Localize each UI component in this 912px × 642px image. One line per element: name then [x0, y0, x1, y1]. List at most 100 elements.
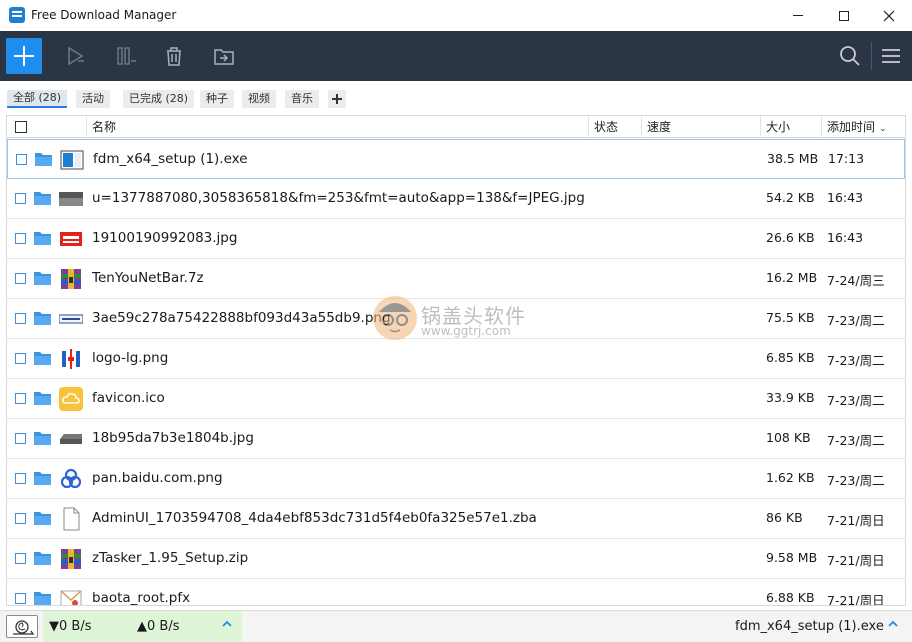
- speed-expand-icon[interactable]: [221, 618, 233, 634]
- filter-tabs: 全部 (28) 活动 已完成 (28) 种子 视频 音乐: [0, 81, 912, 115]
- file-added-time: 7-21/周日: [827, 513, 885, 528]
- status-expand-icon[interactable]: [887, 618, 899, 634]
- watermark: 锅盖头软件 www.ggtrj.com: [373, 296, 543, 346]
- file-name: baota_root.pfx: [92, 590, 191, 606]
- filter-video[interactable]: 视频: [242, 90, 276, 108]
- file-added-time: 7-23/周二: [827, 473, 885, 488]
- header-spacer: [7, 116, 87, 138]
- table-row[interactable]: fdm_x64_setup (1).exe 38.5 MB 17:13: [7, 139, 905, 179]
- speed-limit-button[interactable]: [6, 615, 38, 638]
- open-folder-icon[interactable]: [34, 471, 51, 485]
- open-folder-icon[interactable]: [34, 551, 51, 565]
- watermark-logo-icon: [373, 296, 417, 340]
- filter-all[interactable]: 全部 (28): [7, 90, 68, 108]
- minimize-icon: [793, 15, 803, 16]
- table-row[interactable]: zTasker_1.95_Setup.zip 9.58 MB 7-21/周日: [7, 539, 905, 579]
- file-size: 38.5 MB: [767, 151, 819, 166]
- sort-caret-icon: ⌄: [879, 124, 887, 134]
- open-folder-icon[interactable]: [34, 231, 51, 245]
- row-checkbox[interactable]: [15, 593, 26, 604]
- row-checkbox[interactable]: [15, 273, 26, 284]
- open-folder-icon[interactable]: [34, 591, 51, 605]
- file-added-time: 16:43: [827, 190, 864, 205]
- watermark-url: www.ggtrj.com: [421, 324, 511, 338]
- table-row[interactable]: TenYouNetBar.7z 16.2 MB 7-24/周三: [7, 259, 905, 299]
- file-name: fdm_x64_setup (1).exe: [93, 151, 248, 167]
- archive-icon: [59, 267, 83, 291]
- file-added-time: 7-21/周日: [827, 553, 885, 568]
- row-checkbox[interactable]: [15, 393, 26, 404]
- row-checkbox[interactable]: [16, 154, 27, 165]
- file-added-time: 7-24/周三: [827, 273, 885, 288]
- open-folder-icon[interactable]: [35, 152, 52, 166]
- table-row[interactable]: u=1377887080,3058365818&fm=253&fmt=auto&…: [7, 179, 905, 219]
- header-name[interactable]: 名称: [87, 116, 589, 138]
- table-row[interactable]: favicon.ico 33.9 KB 7-23/周二: [7, 379, 905, 419]
- close-button[interactable]: [866, 0, 912, 31]
- file-name: TenYouNetBar.7z: [92, 270, 204, 286]
- file-name: zTasker_1.95_Setup.zip: [92, 550, 249, 566]
- play-icon[interactable]: [64, 44, 88, 68]
- open-folder-icon[interactable]: [34, 311, 51, 325]
- row-checkbox[interactable]: [15, 433, 26, 444]
- baidu-icon: [59, 467, 83, 491]
- filter-music[interactable]: 音乐: [285, 90, 319, 108]
- maximize-button[interactable]: [821, 0, 867, 31]
- row-checkbox[interactable]: [15, 233, 26, 244]
- header-added-label: 添加时间: [827, 120, 876, 134]
- add-filter-button[interactable]: [328, 90, 346, 108]
- open-folder-icon[interactable]: [34, 271, 51, 285]
- header-added[interactable]: 添加时间 ⌄: [822, 116, 905, 138]
- row-checkbox[interactable]: [15, 193, 26, 204]
- table-row[interactable]: AdminUI_1703594708_4da4ebf853dc731d5f4eb…: [7, 499, 905, 539]
- row-checkbox[interactable]: [15, 353, 26, 364]
- speed-panel[interactable]: ▼0 B/s ▲0 B/s: [43, 611, 242, 642]
- move-folder-icon[interactable]: [212, 44, 236, 68]
- minimize-button[interactable]: [775, 0, 821, 31]
- filter-active[interactable]: 活动: [76, 90, 110, 108]
- row-checkbox[interactable]: [15, 313, 26, 324]
- file-size: 9.58 MB: [766, 550, 818, 565]
- file-added-time: 7-23/周二: [827, 313, 885, 328]
- table-row[interactable]: 18b95da7b3e1804b.jpg 108 KB 7-23/周二: [7, 419, 905, 459]
- open-folder-icon[interactable]: [34, 391, 51, 405]
- table-row[interactable]: pan.baidu.com.png 1.62 KB 7-23/周二: [7, 459, 905, 499]
- header-size[interactable]: 大小: [761, 116, 822, 138]
- file-size: 6.85 KB: [766, 350, 815, 365]
- file-added-time: 7-23/周二: [827, 353, 885, 368]
- file-added-time: 17:13: [828, 151, 865, 166]
- photo-thumb: [59, 187, 83, 211]
- close-icon: [883, 10, 895, 21]
- installer-icon: [60, 148, 84, 172]
- open-folder-icon[interactable]: [34, 511, 51, 525]
- add-download-button[interactable]: [6, 38, 42, 74]
- snail-icon: [13, 620, 35, 635]
- menu-icon[interactable]: [879, 44, 903, 68]
- file-name: u=1377887080,3058365818&fm=253&fmt=auto&…: [92, 190, 585, 206]
- search-icon[interactable]: [838, 44, 862, 68]
- trash-icon[interactable]: [162, 44, 186, 68]
- open-folder-icon[interactable]: [34, 431, 51, 445]
- open-folder-icon[interactable]: [34, 191, 51, 205]
- file-added-time: 7-23/周二: [827, 393, 885, 408]
- filter-torrents[interactable]: 种子: [200, 90, 234, 108]
- file-icon: [59, 507, 83, 531]
- row-checkbox[interactable]: [15, 513, 26, 524]
- open-folder-icon[interactable]: [34, 351, 51, 365]
- row-checkbox[interactable]: [15, 553, 26, 564]
- downloads-table: 名称 状态 速度 大小 添加时间 ⌄ fdm_x64_setup (1).exe 3…: [6, 115, 906, 606]
- pause-icon[interactable]: [114, 44, 138, 68]
- status-current-file[interactable]: fdm_x64_setup (1).exe: [735, 619, 884, 634]
- header-speed[interactable]: 速度: [642, 116, 761, 138]
- filter-completed[interactable]: 已完成 (28): [123, 90, 195, 108]
- upload-speed: ▲0 B/s: [137, 619, 180, 634]
- header-status[interactable]: 状态: [589, 116, 642, 138]
- table-row[interactable]: 19100190992083.jpg 26.6 KB 16:43: [7, 219, 905, 259]
- logo-thumb: [59, 347, 83, 371]
- table-row[interactable]: baota_root.pfx 6.88 KB 7-21/周日: [7, 579, 905, 606]
- file-size: 26.6 KB: [766, 230, 815, 245]
- file-name: 18b95da7b3e1804b.jpg: [92, 430, 254, 446]
- row-checkbox[interactable]: [15, 473, 26, 484]
- file-size: 108 KB: [766, 430, 811, 445]
- lenovo-thumb: [59, 227, 83, 251]
